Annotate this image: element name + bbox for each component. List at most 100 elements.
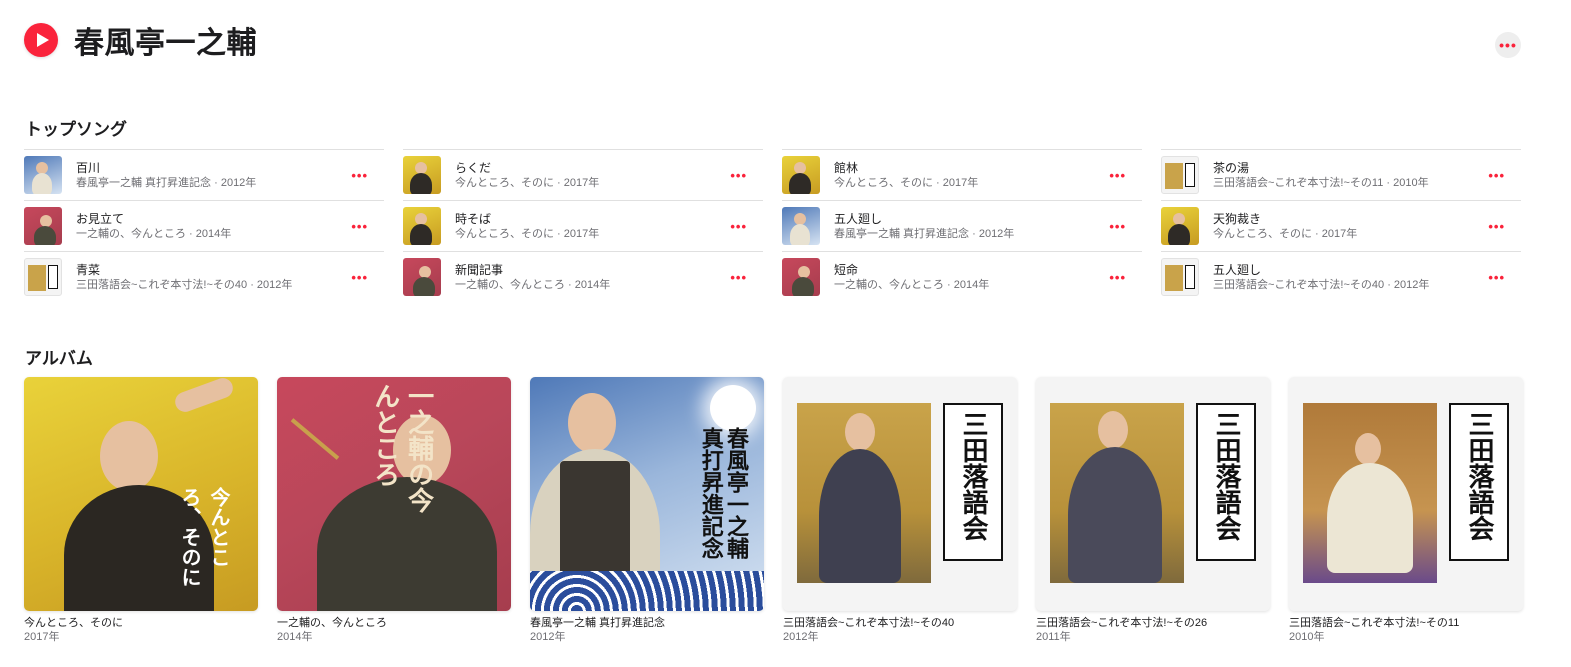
song-column: 茶の湯 三田落語会~これぞ本寸法!~その11 · 2010年 ••• 天狗裁き …: [1161, 149, 1521, 302]
song-artwork: [782, 258, 820, 296]
album-title: 春風亭一之輔 真打昇進記念: [530, 617, 666, 629]
song-row[interactable]: 茶の湯 三田落語会~これぞ本寸法!~その11 · 2010年 •••: [1161, 149, 1521, 200]
play-button[interactable]: [24, 23, 58, 57]
song-title: 短命: [834, 262, 859, 277]
play-icon: [36, 33, 49, 47]
song-subtitle: 今んところ、そのに · 2017年: [455, 176, 600, 189]
song-more-button[interactable]: •••: [351, 270, 368, 285]
song-more-button[interactable]: •••: [730, 270, 747, 285]
album-artwork: 三田落語会: [783, 377, 1017, 611]
album-year: 2011年: [1036, 631, 1071, 643]
song-subtitle: 今んところ、そのに · 2017年: [455, 227, 600, 240]
song-subtitle: 一之輔の、今んところ · 2014年: [455, 278, 611, 291]
album-card[interactable]: 三田落語会 三田落語会~これぞ本寸法!~その40 2012年: [783, 377, 1017, 644]
song-artwork: [782, 207, 820, 245]
album-title: 三田落語会~これぞ本寸法!~その26: [1036, 617, 1208, 629]
song-more-button[interactable]: •••: [1109, 219, 1126, 234]
album-card[interactable]: 一之輔の今んところ 一之輔の、今んところ 2014年: [277, 377, 511, 644]
albums-row: 今んところ、そのに 今んところ、そのに 2017年 一之輔の今んところ 一之輔の…: [24, 377, 1523, 644]
song-row[interactable]: 時そば 今んところ、そのに · 2017年 •••: [403, 200, 763, 251]
song-artwork: [24, 207, 62, 245]
artist-name: 春風亭一之輔: [74, 27, 257, 60]
song-subtitle: 三田落語会~これぞ本寸法!~その40 · 2012年: [1213, 278, 1430, 291]
album-year: 2014年: [277, 631, 313, 643]
album-title: 一之輔の、今んところ: [277, 617, 387, 629]
album-artwork: 三田落語会: [1036, 377, 1270, 611]
song-subtitle: 三田落語会~これぞ本寸法!~その11 · 2010年: [1213, 176, 1429, 189]
song-row[interactable]: 五人廻し 春風亭一之輔 真打昇進記念 · 2012年 •••: [782, 200, 1142, 251]
album-artwork: 春風亭一之輔真打昇進記念: [530, 377, 764, 611]
song-row[interactable]: 短命 一之輔の、今んところ · 2014年 •••: [782, 251, 1142, 302]
song-title: お見立て: [76, 211, 125, 226]
song-artwork: [403, 258, 441, 296]
song-more-button[interactable]: •••: [1488, 168, 1505, 183]
song-title: 青菜: [76, 262, 101, 277]
song-more-button[interactable]: •••: [1109, 270, 1126, 285]
song-subtitle: 春風亭一之輔 真打昇進記念 · 2012年: [76, 176, 257, 189]
song-artwork: [1161, 156, 1199, 194]
top-songs-heading: トップソング: [25, 120, 127, 139]
song-column: らくだ 今んところ、そのに · 2017年 ••• 時そば 今んところ、そのに …: [403, 149, 763, 302]
album-art-text: 春風亭一之輔真打昇進記念: [697, 427, 749, 559]
album-card[interactable]: 三田落語会 三田落語会~これぞ本寸法!~その26 2011年: [1036, 377, 1270, 644]
artist-header: 春風亭一之輔: [24, 20, 257, 60]
song-row[interactable]: 館林 今んところ、そのに · 2017年 •••: [782, 149, 1142, 200]
song-more-button[interactable]: •••: [351, 219, 368, 234]
song-more-button[interactable]: •••: [1109, 168, 1126, 183]
song-title: 五人廻し: [834, 211, 883, 226]
song-title: 時そば: [455, 211, 492, 226]
album-artwork: 一之輔の今んところ: [277, 377, 511, 611]
song-subtitle: 今んところ、そのに · 2017年: [834, 176, 979, 189]
album-title: 三田落語会~これぞ本寸法!~その40: [783, 617, 955, 629]
song-title: 五人廻し: [1213, 262, 1262, 277]
song-subtitle: 春風亭一之輔 真打昇進記念 · 2012年: [834, 227, 1015, 240]
song-artwork: [1161, 207, 1199, 245]
ellipsis-icon: •••: [1499, 37, 1517, 53]
song-row[interactable]: お見立て 一之輔の、今んところ · 2014年 •••: [24, 200, 384, 251]
song-subtitle: 一之輔の、今んところ · 2014年: [76, 227, 232, 240]
album-card[interactable]: 三田落語会 三田落語会~これぞ本寸法!~その11 2010年: [1289, 377, 1523, 644]
album-artwork: 三田落語会: [1289, 377, 1523, 611]
song-title: 百川: [76, 160, 101, 175]
album-year: 2010年: [1289, 631, 1325, 643]
song-column: 館林 今んところ、そのに · 2017年 ••• 五人廻し 春風亭一之輔 真打昇…: [782, 149, 1142, 302]
albums-heading: アルバム: [25, 349, 93, 368]
song-artwork: [403, 207, 441, 245]
song-title: 天狗裁き: [1213, 211, 1262, 226]
album-title: 三田落語会~これぞ本寸法!~その11: [1289, 617, 1460, 629]
album-art-text: 一之輔の今んところ: [369, 383, 434, 513]
top-songs-grid: 百川 春風亭一之輔 真打昇進記念 · 2012年 ••• お見立て 一之輔の、今…: [24, 149, 1521, 302]
album-year: 2012年: [783, 631, 819, 643]
song-row[interactable]: らくだ 今んところ、そのに · 2017年 •••: [403, 149, 763, 200]
song-title: らくだ: [455, 160, 492, 175]
song-subtitle: 一之輔の、今んところ · 2014年: [834, 278, 990, 291]
song-title: 新聞記事: [455, 262, 504, 277]
album-year: 2012年: [530, 631, 566, 643]
song-row[interactable]: 五人廻し 三田落語会~これぞ本寸法!~その40 · 2012年 •••: [1161, 251, 1521, 302]
album-card[interactable]: 今んところ、そのに 今んところ、そのに 2017年: [24, 377, 258, 644]
song-artwork: [24, 156, 62, 194]
song-row[interactable]: 青菜 三田落語会~これぞ本寸法!~その40 · 2012年 •••: [24, 251, 384, 302]
song-column: 百川 春風亭一之輔 真打昇進記念 · 2012年 ••• お見立て 一之輔の、今…: [24, 149, 384, 302]
song-more-button[interactable]: •••: [730, 219, 747, 234]
album-artwork: 今んところ、そのに: [24, 377, 258, 611]
album-art-text: 三田落語会: [1211, 411, 1241, 541]
song-more-button[interactable]: •••: [351, 168, 368, 183]
song-more-button[interactable]: •••: [1488, 219, 1505, 234]
song-row[interactable]: 百川 春風亭一之輔 真打昇進記念 · 2012年 •••: [24, 149, 384, 200]
song-more-button[interactable]: •••: [730, 168, 747, 183]
album-art-text: 三田落語会: [1464, 411, 1494, 541]
album-art-text: 三田落語会: [958, 411, 988, 541]
album-card[interactable]: 春風亭一之輔真打昇進記念 春風亭一之輔 真打昇進記念 2012年: [530, 377, 764, 644]
album-year: 2017年: [24, 631, 60, 643]
song-row[interactable]: 天狗裁き 今んところ、そのに · 2017年 •••: [1161, 200, 1521, 251]
song-title: 茶の湯: [1213, 160, 1250, 175]
song-title: 館林: [834, 160, 859, 175]
song-more-button[interactable]: •••: [1488, 270, 1505, 285]
album-art-text: 今んところ、そのに: [178, 487, 231, 587]
more-options-button[interactable]: •••: [1495, 32, 1521, 58]
song-artwork: [403, 156, 441, 194]
song-artwork: [24, 258, 62, 296]
song-row[interactable]: 新聞記事 一之輔の、今んところ · 2014年 •••: [403, 251, 763, 302]
song-artwork: [1161, 258, 1199, 296]
